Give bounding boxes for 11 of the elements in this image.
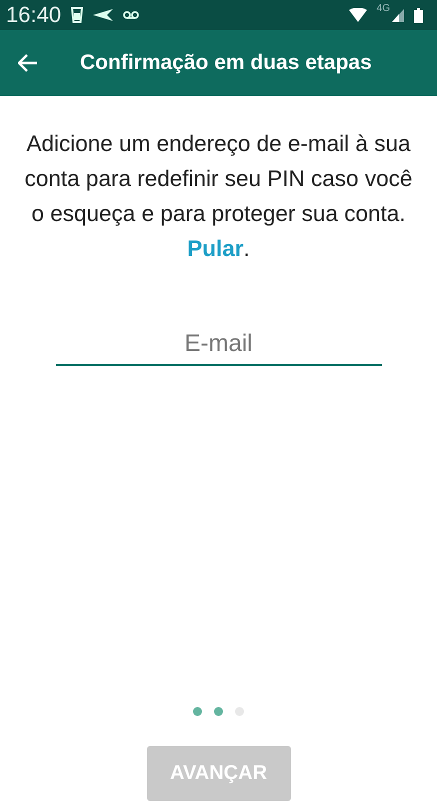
cup-icon xyxy=(71,7,84,23)
wifi-icon xyxy=(348,8,367,22)
toolbar-title: Confirmação em duas etapas xyxy=(80,51,372,75)
signal-icon xyxy=(392,8,404,22)
description-text: Adicione um endereço de e-mail à sua conta para redefinir seu PIN caso você o esqueça e para proteger sua conta. Pular. xyxy=(24,130,413,263)
send-icon xyxy=(93,8,114,22)
status-time: 16:40 xyxy=(6,2,62,28)
battery-icon xyxy=(414,8,423,22)
voicemail-icon xyxy=(123,10,140,20)
skip-link[interactable]: Pular xyxy=(187,236,244,261)
network-label: 4G xyxy=(376,3,390,14)
